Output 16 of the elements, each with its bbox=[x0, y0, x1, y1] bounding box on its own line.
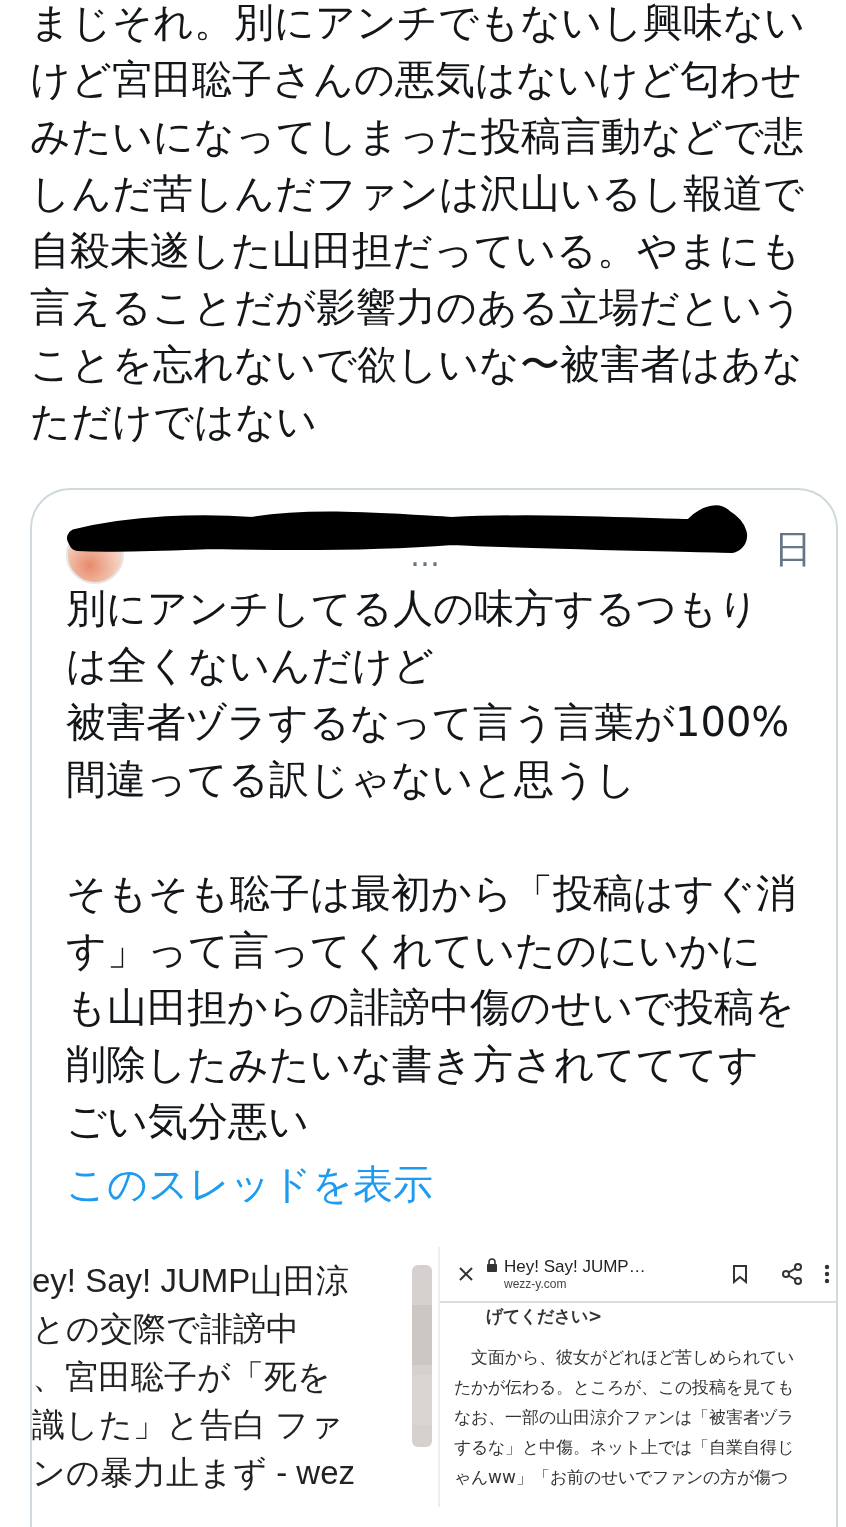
show-thread-link[interactable]: このスレッドを表示 bbox=[66, 1156, 433, 1213]
article-title-line: ンの暴力止まず - wez bbox=[32, 1453, 356, 1493]
article-title-line: との交際で誹謗中 bbox=[32, 1309, 300, 1349]
article-paragraph: 文面から、彼女がどれほど苦しめられていたかが伝わる。ところが、この投稿を見てもなお、一部の山田涼介ファンは「被害者ヅラするな」と中傷。ネット上では「自業自得じゃんww」「お前のせいでファンの方が傷つ bbox=[454, 1346, 795, 1489]
post-text: まじそれ。別にアンチでもないし興味ないけど宮田聡子さんの悪気はないけど匂わせみたいになってしまった投稿言動などで悲しんだ苦しんだファンは沢山いるし報道で自殺未遂した山田担だっている。やまにも言えることだが影響力のある立場だということを忘れないで欲しいな〜被害者はあなただけではない bbox=[30, 0, 806, 446]
quoted-post-text: そもそも聡子は最初から「投稿はすぐ消す」って言ってくれていたのにいかにも山田担からの誹謗中傷のせいで投稿を削除したみたいな書き方されてててすごい気分悪い bbox=[66, 869, 796, 1146]
article-title-line: 識した」と告白 ファ bbox=[32, 1405, 345, 1445]
truncated-handle: … bbox=[410, 538, 440, 573]
page-title: Hey! Say! JUMP… bbox=[486, 1257, 708, 1277]
article-heading: げてください> bbox=[486, 1305, 604, 1328]
quoted-post-text: 別にアンチしてる人の味方するつもりは全くないんだけど bbox=[66, 584, 760, 690]
article-title-line: 、宮田聡子が「死を bbox=[32, 1357, 332, 1397]
article-title-line: ey! Say! JUMP山田涼 bbox=[32, 1261, 351, 1301]
post-date: 日 bbox=[774, 526, 812, 573]
page-domain: wezz-y.com bbox=[504, 1277, 568, 1291]
quoted-post-text: 被害者ヅラするなって言う言葉が100%間違ってる訳じゃないと思うし bbox=[66, 698, 791, 804]
